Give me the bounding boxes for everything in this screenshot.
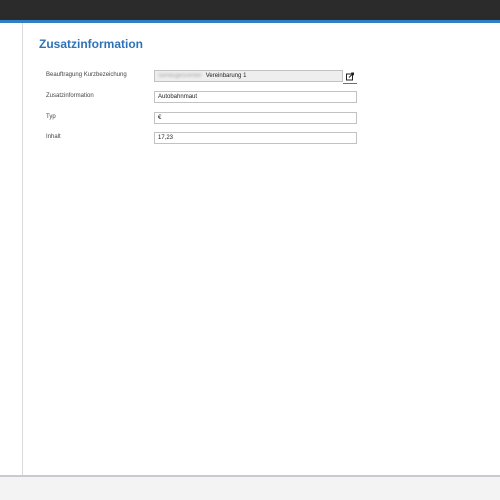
inhalt-label: Inhalt xyxy=(46,134,61,140)
auftrag-label: Beauftragung Kurzbezeichung xyxy=(46,72,127,78)
inhalt-input[interactable]: 17,23 xyxy=(154,132,357,144)
zusatzinformation-input[interactable]: Autobahnmaut xyxy=(154,91,357,103)
app-header-bar xyxy=(0,0,500,20)
external-edit-icon xyxy=(346,72,354,81)
footer-divider xyxy=(0,475,500,477)
main-content: Zusatzinformation Beauftragung Kurzbezei… xyxy=(23,23,500,476)
auftrag-value: Vereinbarung 1 xyxy=(205,73,247,79)
left-navigation-rail xyxy=(0,23,23,476)
auftrag-field: Sendugescenter Vereinbarung 1 xyxy=(154,70,343,82)
zusatzinformation-label: Zusatzinformation xyxy=(46,93,94,99)
auftrag-blurred-value: Sendugescenter xyxy=(158,73,202,79)
typ-label: Typ xyxy=(46,114,56,120)
typ-input[interactable]: € xyxy=(154,112,357,124)
page-title: Zusatzinformation xyxy=(39,37,143,51)
edit-auftrag-button[interactable] xyxy=(343,70,357,84)
